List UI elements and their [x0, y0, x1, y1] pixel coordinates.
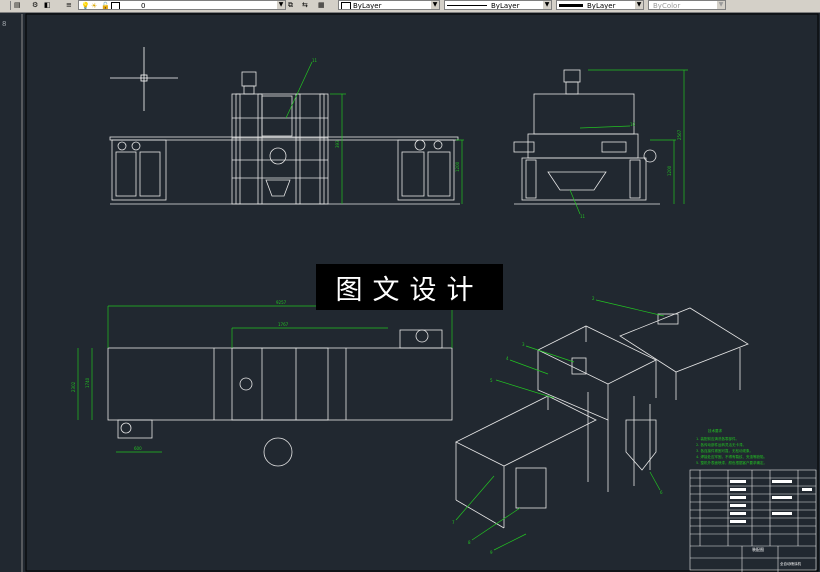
chevron-down-icon[interactable]: ▼: [635, 1, 643, 9]
front-dimensions: [285, 61, 464, 204]
title-block-company: 全自动喷涂机: [780, 561, 801, 566]
lock-icon: 🔓: [101, 2, 110, 10]
iso-callout-lines: [455, 299, 665, 551]
top-dim-5: 600: [134, 446, 142, 451]
chevron-down-icon[interactable]: ▼: [277, 1, 285, 9]
plotstyle-value: ByColor: [653, 2, 681, 10]
viewport-marker: 8: [2, 20, 7, 28]
front-view: [109, 71, 460, 205]
technical-notes: 技术要求 1. 装配前应清洗各零部件。 2. 各传动部件运转灵活无卡滞。 3. …: [696, 428, 767, 465]
color-square-icon: [111, 2, 120, 9]
chevron-down-icon[interactable]: ▼: [717, 1, 725, 9]
toolbar-grip[interactable]: [2, 1, 11, 10]
side-view: [513, 69, 660, 205]
lineweight-value: ByLayer: [587, 2, 616, 10]
side-callout-1: 10: [630, 122, 636, 127]
title-block-fills: [730, 480, 812, 523]
side-dim-1: 2567: [677, 129, 682, 140]
lineweight-dropdown[interactable]: ByLayer ▼: [556, 0, 644, 10]
side-dim-2: 1200: [667, 165, 672, 176]
top-dim-2: 1767: [278, 322, 289, 327]
layer-value: 0: [141, 2, 146, 10]
top-view: [107, 329, 453, 467]
iso-callout-3: 3: [522, 342, 525, 347]
lineweight-preview: [559, 4, 583, 7]
chevron-down-icon[interactable]: ▼: [543, 1, 551, 9]
lightbulb-icon: 💡: [81, 2, 90, 10]
color-swatch: [341, 2, 351, 9]
iso-callout-6: 6: [660, 490, 663, 495]
isometric-view: [455, 307, 749, 529]
linetype-dropdown[interactable]: ByLayer ▼: [444, 0, 552, 10]
notes-line-4: 4. 焊接处应牢固，不得有裂纹、夹渣等缺陷。: [696, 454, 767, 459]
notes-line-5: 5. 整机外表面喷漆，颜色根据客户要求确定。: [696, 460, 767, 465]
layer-previous-icon[interactable]: ⇆: [302, 1, 308, 10]
notes-line-1: 1. 装配前应清洗各零部件。: [696, 436, 739, 441]
plotstyle-dropdown[interactable]: ByColor ▼: [648, 0, 726, 10]
top-dim-3: 1740: [85, 377, 90, 388]
notes-title: 技术要求: [708, 428, 722, 433]
top-dim-1: 9257: [276, 300, 287, 305]
color-dropdown[interactable]: ByLayer ▼: [338, 0, 440, 10]
iso-callout-8: 8: [468, 540, 471, 545]
top-dim-4: 2302: [71, 381, 76, 392]
layer-state-icon[interactable]: ≡: [66, 1, 72, 10]
crosshair-cursor: [110, 47, 178, 111]
side-dimensions: [569, 69, 688, 215]
iso-callout-9: 9: [490, 550, 493, 555]
front-dim-1: 393: [335, 140, 340, 148]
iso-callout-4: 4: [506, 356, 509, 361]
chevron-down-icon[interactable]: ▼: [431, 1, 439, 9]
front-callout: 11: [312, 58, 318, 63]
linetype-preview: [447, 5, 487, 6]
top-dimensions: [77, 305, 453, 453]
watermark-banner: 图文设计: [316, 264, 503, 310]
side-callout-2: 11: [580, 214, 586, 219]
sun-icon: ☀: [91, 2, 98, 10]
title-block: [689, 469, 817, 572]
iso-callout-5: 5: [490, 378, 493, 383]
properties-toolbar: ▤ ⚙ ◧ ≡ 💡 ☀ 🔓 0 ▼ ⧉ ⇆ ▦ ByLayer ▼ ByLaye…: [0, 0, 820, 13]
gear-icon[interactable]: ⚙: [32, 1, 38, 10]
iso-callout-7: 7: [452, 520, 455, 525]
notes-line-2: 2. 各传动部件运转灵活无卡滞。: [696, 442, 746, 447]
linetype-value: ByLayer: [491, 2, 520, 10]
previous-layer-icon[interactable]: ◧: [44, 1, 51, 10]
front-dim-2: 1200: [455, 161, 460, 172]
color-value: ByLayer: [353, 2, 382, 10]
iso-callout-2: 2: [592, 296, 595, 301]
title-block-name: 装配图: [752, 546, 764, 552]
notes-line-3: 3. 各连接件紧固可靠，无松动现象。: [696, 448, 753, 453]
layer-dropdown[interactable]: 💡 ☀ 🔓 0 ▼: [78, 0, 286, 10]
layer-walk-icon[interactable]: ▦: [318, 1, 325, 10]
match-layer-icon[interactable]: ⧉: [288, 1, 293, 10]
layer-settings-icon[interactable]: ▤: [14, 1, 21, 10]
